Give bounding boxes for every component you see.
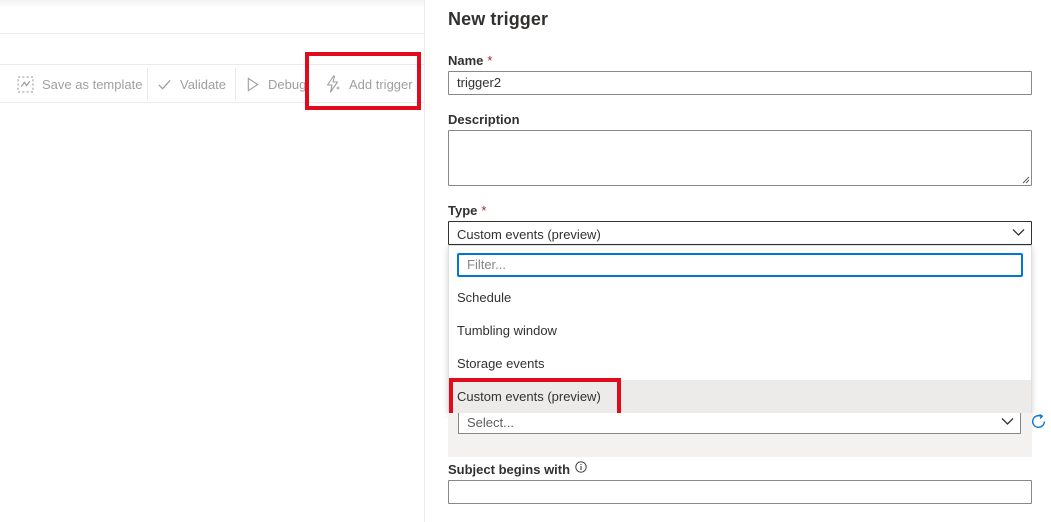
name-label-text: Name xyxy=(448,53,484,68)
info-icon[interactable] xyxy=(575,461,587,473)
save-as-template-button[interactable]: Save as template xyxy=(17,74,142,94)
template-icon xyxy=(17,76,34,92)
description-label: Description xyxy=(448,112,520,127)
type-dropdown[interactable]: Custom events (preview) xyxy=(448,221,1032,245)
debug-button[interactable]: Debug xyxy=(246,74,306,94)
debug-label: Debug xyxy=(268,76,307,92)
divider xyxy=(0,33,424,34)
toolbar-separator xyxy=(235,68,236,100)
description-textarea[interactable] xyxy=(448,130,1032,186)
name-input[interactable]: trigger2 xyxy=(448,71,1032,95)
option-schedule[interactable]: Schedule xyxy=(449,281,1031,314)
checkmark-icon xyxy=(158,79,171,90)
resize-grip-icon[interactable] xyxy=(1022,176,1030,184)
name-label: Name * xyxy=(448,53,492,68)
play-icon xyxy=(247,76,259,92)
subject-begins-label: Subject begins with xyxy=(448,462,571,477)
highlight-box xyxy=(449,378,621,418)
type-label-text: Type xyxy=(448,203,478,218)
type-label: Type * xyxy=(448,203,486,218)
required-marker: * xyxy=(487,53,493,68)
filter-placeholder: Filter... xyxy=(467,257,507,272)
save-as-template-label: Save as template xyxy=(42,76,143,92)
top-band xyxy=(0,0,424,8)
chevron-down-icon xyxy=(1001,418,1014,425)
name-input-value: trigger2 xyxy=(457,75,502,90)
refresh-icon[interactable] xyxy=(1030,413,1047,430)
option-storage-events[interactable]: Storage events xyxy=(449,347,1031,380)
validate-button[interactable]: Validate xyxy=(157,74,226,94)
panel-title: New trigger xyxy=(448,9,549,29)
toolbar-separator xyxy=(147,68,148,100)
subject-begins-input[interactable] xyxy=(448,480,1032,504)
option-tumbling-window[interactable]: Tumbling window xyxy=(449,314,1031,347)
required-marker: * xyxy=(481,203,487,218)
filter-input[interactable]: Filter... xyxy=(457,253,1023,277)
validate-label: Validate xyxy=(180,76,227,92)
chevron-down-icon xyxy=(1012,229,1025,236)
type-dropdown-value: Custom events (preview) xyxy=(457,227,601,242)
event-topic-placeholder: Select... xyxy=(467,415,514,430)
event-topic-dropdown[interactable]: Select... xyxy=(458,413,1021,434)
highlight-box xyxy=(305,52,421,110)
